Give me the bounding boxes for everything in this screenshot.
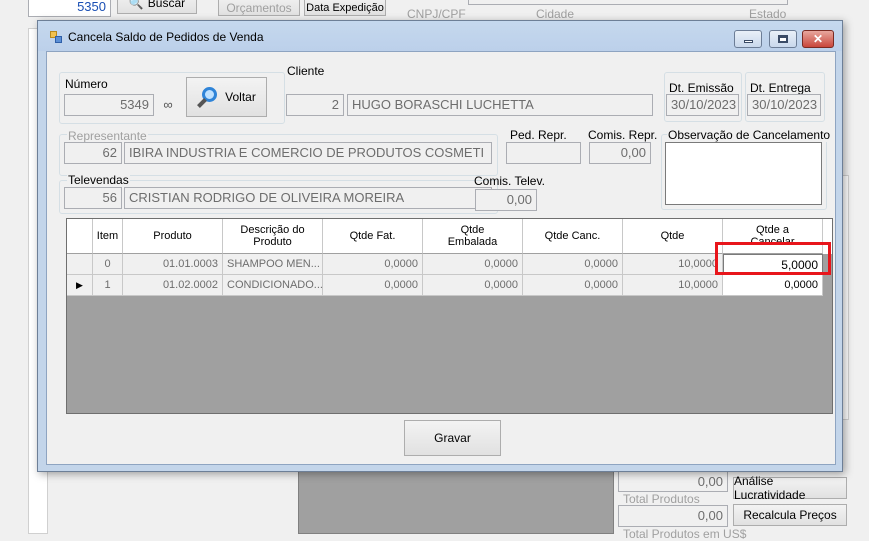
observacao-label: Observação de Cancelamento	[667, 128, 832, 142]
cell-qtde-cancelar[interactable]: 0,0000	[723, 275, 823, 296]
cell-qtde[interactable]: 10,0000	[623, 254, 723, 275]
order-number-field[interactable]: 5350	[28, 0, 111, 17]
buscar-button[interactable]: 🔍 Buscar	[117, 0, 197, 14]
total-produtos-label: Total Produtos	[623, 492, 700, 506]
current-row-arrow-icon: ▶	[76, 279, 83, 290]
cell-qtde-fat[interactable]: 0,0000	[323, 275, 423, 296]
cnpj-field[interactable]	[468, 0, 788, 5]
window-title: Cancela Saldo de Pedidos de Venda	[68, 30, 264, 44]
dt-entrega-label: Dt. Entrega	[750, 81, 811, 95]
title-bar[interactable]: Cancela Saldo de Pedidos de Venda ✕	[38, 21, 842, 51]
observacao-textarea[interactable]	[665, 142, 822, 205]
close-button[interactable]: ✕	[802, 30, 834, 48]
minimize-icon	[743, 40, 753, 43]
col-header-qtde-fat[interactable]: Qtde Fat.	[323, 219, 423, 254]
maximize-icon	[778, 35, 788, 43]
comis-repr-label: Comis. Repr.	[588, 128, 658, 142]
search-icon: 🔍	[128, 0, 144, 10]
close-icon: ✕	[812, 32, 824, 46]
representante-label: Representante	[67, 129, 148, 143]
row-header-current[interactable]: ▶	[67, 275, 93, 296]
col-header-produto[interactable]: Produto	[123, 219, 223, 254]
dialog-body: Número 5349 ∞ Voltar Cliente 2 HUGO BORA…	[46, 51, 836, 465]
cell-produto[interactable]: 01.02.0002	[123, 275, 223, 296]
ped-repr-label: Ped. Repr.	[510, 128, 567, 142]
estado-label: Estado	[749, 7, 787, 21]
col-header-qtde-canc[interactable]: Qtde Canc.	[523, 219, 623, 254]
televendas-code-field: 56	[64, 187, 122, 209]
cell-item[interactable]: 0	[93, 254, 123, 275]
dt-emissao-field: 30/10/2023	[666, 94, 739, 116]
cliente-code-field: 2	[286, 94, 344, 116]
cell-qtde-canc[interactable]: 0,0000	[523, 275, 623, 296]
row-header[interactable]	[67, 254, 93, 275]
cell-qtde-embalada[interactable]: 0,0000	[423, 254, 523, 275]
recalcula-precos-button[interactable]: Recalcula Preços	[733, 504, 847, 526]
cell-item[interactable]: 1	[93, 275, 123, 296]
comis-telev-label: Comis. Telev.	[474, 174, 545, 188]
representante-code-field: 62	[64, 142, 122, 164]
dt-emissao-label: Dt. Emissão	[669, 81, 734, 95]
cell-descricao[interactable]: SHAMPOO MEN...	[223, 254, 323, 275]
televendas-name-field: CRISTIAN RODRIGO DE OLIVEIRA MOREIRA	[124, 187, 492, 209]
link-icon[interactable]: ∞	[155, 97, 181, 113]
comis-telev-field: 0,00	[475, 189, 537, 211]
data-expedicao-button[interactable]: Data Expedição	[304, 0, 386, 16]
cell-qtde-fat[interactable]: 0,0000	[323, 254, 423, 275]
grid-corner	[67, 219, 93, 254]
highlight-box	[715, 242, 831, 275]
voltar-button[interactable]: Voltar	[186, 77, 267, 117]
orcamentos-button[interactable]: Orçamentos	[218, 0, 300, 16]
numero-label: Número	[65, 77, 108, 91]
analise-lucratividade-button[interactable]: Análise Lucratividade	[733, 474, 847, 502]
col-header-descricao[interactable]: Descrição do Produto	[223, 219, 323, 254]
representante-name-field: IBIRA INDUSTRIA E COMERCIO DE PRODUTOS C…	[124, 142, 492, 164]
cliente-name-field: HUGO BORASCHI LUCHETTA	[347, 94, 653, 116]
total-produtos-us-field: 0,00	[618, 505, 728, 527]
total-produtos-field: 0,00	[618, 471, 728, 492]
cancela-saldo-dialog: Cancela Saldo de Pedidos de Venda ✕ Núme…	[37, 20, 843, 472]
magnifier-icon	[197, 86, 219, 108]
televendas-label: Televendas	[67, 173, 130, 187]
cell-produto[interactable]: 01.01.0003	[123, 254, 223, 275]
numero-field[interactable]: 5349	[64, 94, 154, 116]
cell-qtde-embalada[interactable]: 0,0000	[423, 275, 523, 296]
comis-repr-field: 0,00	[589, 142, 651, 164]
col-header-item[interactable]: Item	[93, 219, 123, 254]
minimize-button[interactable]	[734, 30, 762, 48]
gravar-button[interactable]: Gravar	[404, 420, 501, 456]
cell-descricao[interactable]: CONDICIONADO...	[223, 275, 323, 296]
cell-qtde[interactable]: 10,0000	[623, 275, 723, 296]
col-header-qtde[interactable]: Qtde	[623, 219, 723, 254]
background-grid	[298, 470, 614, 534]
cell-qtde-canc[interactable]: 0,0000	[523, 254, 623, 275]
cnpj-label: CNPJ/CPF	[407, 7, 466, 21]
ped-repr-field	[506, 142, 581, 164]
cliente-label: Cliente	[287, 64, 325, 78]
col-header-qtde-embalada[interactable]: Qtde Embalada	[423, 219, 523, 254]
cidade-label: Cidade	[536, 7, 575, 21]
total-produtos-us-label: Total Produtos em US$	[623, 527, 747, 541]
dt-entrega-field: 30/10/2023	[747, 94, 821, 116]
app-icon	[50, 31, 62, 43]
maximize-button[interactable]	[769, 30, 797, 48]
